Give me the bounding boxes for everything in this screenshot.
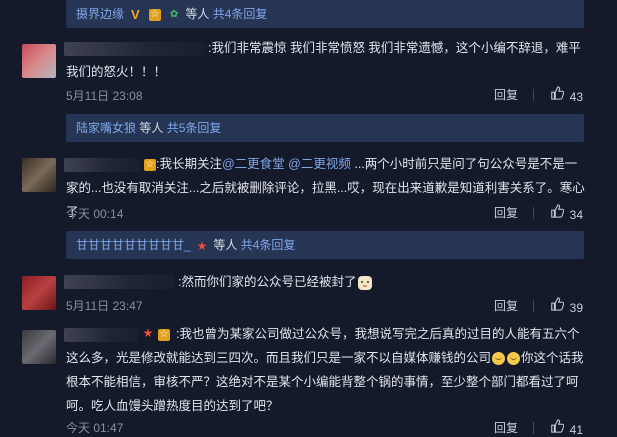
reply-button[interactable]: 回复 bbox=[494, 86, 518, 103]
divider bbox=[533, 206, 535, 219]
thumbs-up-icon bbox=[550, 419, 564, 433]
reply-suffix: 等人 bbox=[213, 238, 238, 252]
avatar[interactable] bbox=[22, 158, 56, 192]
avatar[interactable] bbox=[22, 330, 56, 364]
reply-names[interactable]: 甘甘甘甘甘甘甘甘甘_ bbox=[76, 238, 191, 252]
comment-time: 今天 01:47 bbox=[66, 421, 124, 435]
smile-emoji-icon bbox=[507, 352, 521, 366]
reply-suffix: 等人 bbox=[185, 7, 210, 21]
more-replies-link[interactable]: 共5条回复 bbox=[167, 121, 222, 135]
thumbs-up-icon bbox=[550, 297, 564, 311]
comment-time: 5月11日 23:47 bbox=[66, 299, 143, 313]
like-button[interactable]: 39 bbox=[550, 297, 583, 315]
like-count: 34 bbox=[569, 207, 583, 222]
like-button[interactable]: 43 bbox=[550, 86, 583, 104]
comment-actions: 回复 41 bbox=[494, 419, 583, 437]
avatar[interactable] bbox=[22, 44, 56, 78]
more-replies-link[interactable]: 共4条回复 bbox=[241, 238, 296, 252]
reply-suffix: 等人 bbox=[139, 121, 164, 135]
comment-text-body: :然而你们家的公众号已经被封了 bbox=[178, 275, 357, 289]
vip-badge-icon: ☆ bbox=[148, 8, 161, 21]
comment-text-prefix: :我长期关注 bbox=[156, 157, 222, 171]
verified-v-icon: V bbox=[131, 6, 140, 22]
mention-link[interactable]: @二更视频 bbox=[288, 157, 351, 171]
like-button[interactable]: 34 bbox=[550, 204, 583, 222]
comment-time: 5月11日 23:08 bbox=[66, 89, 143, 103]
like-count: 39 bbox=[569, 300, 583, 315]
reply-button[interactable]: 回复 bbox=[494, 297, 518, 314]
reply-names[interactable]: 陆家嘴女狼 bbox=[76, 121, 136, 135]
like-count: 43 bbox=[569, 89, 583, 104]
smile-emoji-icon bbox=[492, 352, 506, 366]
reply-summary-2[interactable]: 陆家嘴女狼 等人 共5条回复 bbox=[66, 114, 584, 142]
comment-actions: 回复 39 bbox=[494, 297, 583, 315]
reply-button[interactable]: 回复 bbox=[494, 419, 518, 436]
comment-actions: 回复 43 bbox=[494, 86, 583, 104]
divider bbox=[533, 88, 535, 101]
thumbs-up-icon bbox=[550, 204, 564, 218]
reply-button[interactable]: 回复 bbox=[494, 204, 518, 221]
ribbon-icon: ✿ bbox=[169, 8, 179, 20]
more-replies-link[interactable]: 共4条回复 bbox=[213, 7, 268, 21]
divider bbox=[533, 421, 535, 434]
thumbs-up-icon bbox=[550, 86, 564, 100]
comment-time: 今天 00:14 bbox=[66, 207, 124, 221]
divider bbox=[533, 299, 535, 312]
reply-names[interactable]: 摄界边缘 bbox=[76, 7, 124, 21]
comment-text: :我们非常震惊 我们非常愤怒 我们非常遗憾，这个小编不辞退，难平我们的怒火！！！ bbox=[66, 41, 581, 79]
reply-summary-3[interactable]: 甘甘甘甘甘甘甘甘甘_ ★ 等人 共4条回复 bbox=[66, 231, 584, 259]
avatar[interactable] bbox=[22, 276, 56, 310]
mention-link[interactable]: @二更食堂 bbox=[222, 157, 285, 171]
comment-actions: 回复 34 bbox=[494, 204, 583, 222]
comment-text: :然而你们家的公众号已经被封了 bbox=[66, 270, 586, 294]
doge-emoji-icon bbox=[358, 275, 373, 290]
star-icon: ★ bbox=[196, 238, 208, 253]
like-count: 41 bbox=[569, 422, 583, 437]
comment-text: :我也曾为某家公司做过公众号，我想说写完之后真的过目的人能有五六个这么多，光是修… bbox=[66, 322, 586, 418]
like-button[interactable]: 41 bbox=[550, 419, 583, 437]
reply-summary-1[interactable]: 摄界边缘 V ☆ ✿ 等人 共4条回复 bbox=[66, 0, 584, 28]
